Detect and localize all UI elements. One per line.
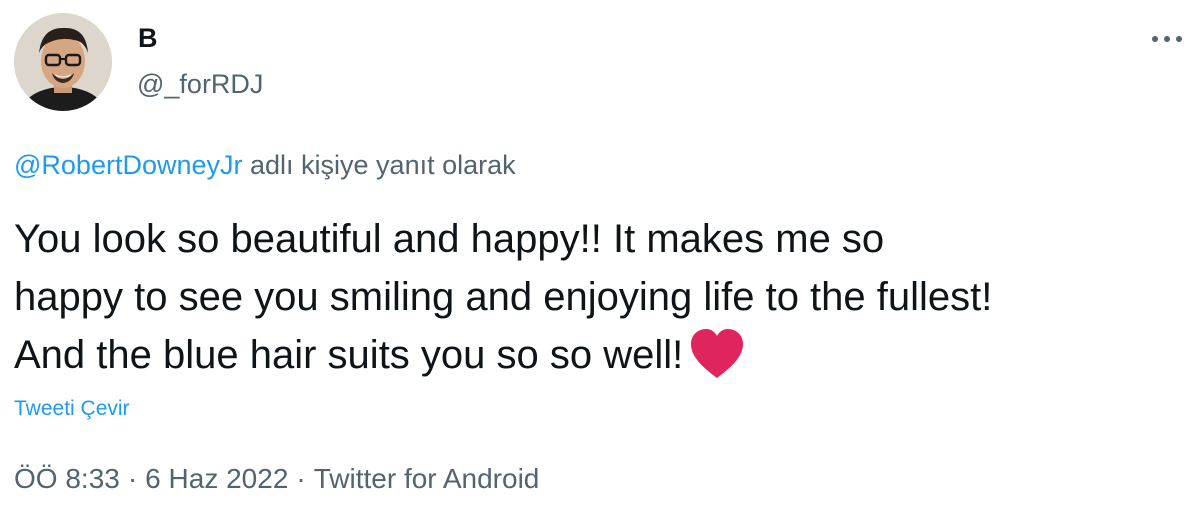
avatar[interactable] [14,13,112,111]
avatar-image [14,13,112,111]
reply-context-text: adlı kişiye yanıt olarak [242,150,516,180]
tweet-text-line: happy to see you smiling and enjoying li… [14,275,993,319]
user-handle[interactable]: @_forRDJ [137,68,263,100]
tweet-metadata: ÖÖ 8:33 · 6 Haz 2022 · Twitter for Android [14,462,539,496]
tweet-text-line-last: And the blue hair suits you so so well! [14,326,1194,384]
tweet-text-line-content: And the blue hair suits you so so well! [14,333,684,377]
reply-mention-link[interactable]: @RobertDowneyJr [14,150,243,180]
tweet-source[interactable]: Twitter for Android [314,463,540,494]
tweet-time[interactable]: ÖÖ 8:33 [14,463,120,494]
reply-context: @RobertDowneyJr adlı kişiye yanıt olarak [14,148,516,182]
tweet-card: B @_forRDJ @RobertDowneyJr adlı kişiye y… [0,0,1200,521]
tweet-text-line: You look so beautiful and happy!! It mak… [14,217,885,261]
meta-separator: · [127,463,138,494]
heart-icon [691,329,744,378]
tweet-text: You look so beautiful and happy!! It mak… [14,210,1194,384]
tweet-date[interactable]: 6 Haz 2022 [145,463,288,494]
display-name[interactable]: B [138,22,158,54]
more-horizontal-icon-dot [1164,36,1170,42]
more-horizontal-icon-dot [1176,36,1182,42]
more-horizontal-icon [1152,36,1158,42]
meta-separator: · [296,463,306,494]
translate-tweet-link[interactable]: Tweeti Çevir [14,395,130,423]
more-options-button[interactable] [1146,18,1188,58]
